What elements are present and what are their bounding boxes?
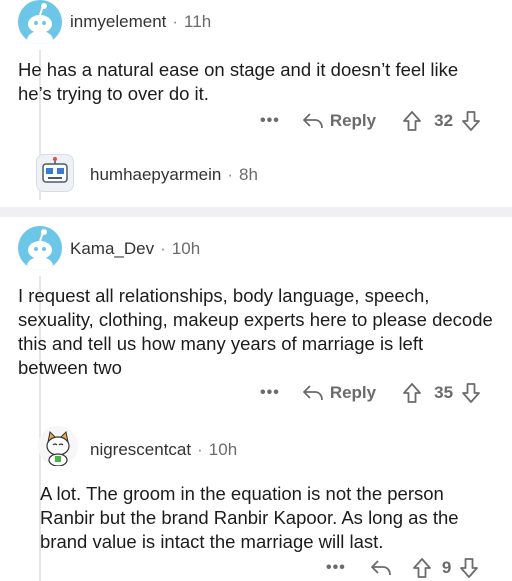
- comment-meta: inmyelement · 11h: [70, 12, 211, 32]
- comment-body: I request all relationships, body langua…: [18, 285, 493, 378]
- reply-arrow-icon: [302, 112, 324, 130]
- downvote-icon[interactable]: [461, 382, 481, 404]
- snoo-avatar-icon: [27, 3, 53, 44]
- avatar-humhaepyarmein[interactable]: [36, 154, 74, 192]
- separator-dot: ·: [197, 440, 203, 459]
- robot-avatar-icon: [42, 157, 68, 183]
- avatar-nigrescentcat[interactable]: [38, 426, 78, 467]
- avatar-inmyelement[interactable]: [18, 0, 62, 44]
- separator-dot: ·: [227, 165, 234, 184]
- more-options-button[interactable]: •••: [326, 559, 346, 577]
- more-options-button[interactable]: •••: [260, 112, 280, 130]
- snoo-avatar-icon: [27, 229, 53, 270]
- reply-button[interactable]: Reply: [302, 383, 376, 403]
- comment-actions: ••• Reply 32: [260, 108, 481, 134]
- upvote-icon[interactable]: [402, 110, 422, 132]
- timestamp: 11h: [184, 12, 212, 31]
- vote-count: 35: [434, 383, 454, 402]
- vote-count: 9: [441, 558, 452, 577]
- more-options-button[interactable]: •••: [260, 384, 280, 402]
- comment-actions: ••• 9: [326, 556, 479, 580]
- downvote-icon[interactable]: [461, 110, 481, 132]
- reply-label: Reply: [329, 111, 377, 130]
- comment-meta: humhaepyarmein · 8h: [90, 165, 258, 185]
- comment-actions: ••• Reply 35: [260, 380, 481, 406]
- username[interactable]: Kama_Dev: [70, 239, 154, 258]
- downvote-icon[interactable]: [459, 557, 479, 579]
- timestamp: 10h: [171, 239, 201, 258]
- separator-dot: ·: [172, 12, 179, 31]
- timestamp: 10h: [208, 440, 238, 459]
- thread-divider: [0, 207, 512, 217]
- username[interactable]: humhaepyarmein: [90, 165, 221, 184]
- comment-body: A lot. The groom in the equation is not …: [40, 483, 459, 552]
- comment-meta: nigrescentcat · 10h: [90, 440, 237, 460]
- username[interactable]: inmyelement: [70, 12, 166, 31]
- upvote-icon[interactable]: [402, 382, 422, 404]
- reply-button[interactable]: Reply: [302, 111, 376, 131]
- comment-body: He has a natural ease on stage and it do…: [18, 59, 459, 104]
- separator-dot: ·: [160, 239, 166, 258]
- avatar-kama-dev[interactable]: [18, 226, 62, 270]
- timestamp: 8h: [239, 165, 258, 184]
- username[interactable]: nigrescentcat: [90, 440, 191, 459]
- cat-avatar-icon: [46, 430, 70, 467]
- vote-count: 32: [434, 111, 454, 130]
- reply-arrow-icon[interactable]: [370, 559, 392, 577]
- reply-label: Reply: [329, 383, 377, 402]
- upvote-icon[interactable]: [412, 557, 432, 579]
- reply-arrow-icon: [302, 384, 324, 402]
- comment-meta: Kama_Dev · 10h: [70, 239, 200, 259]
